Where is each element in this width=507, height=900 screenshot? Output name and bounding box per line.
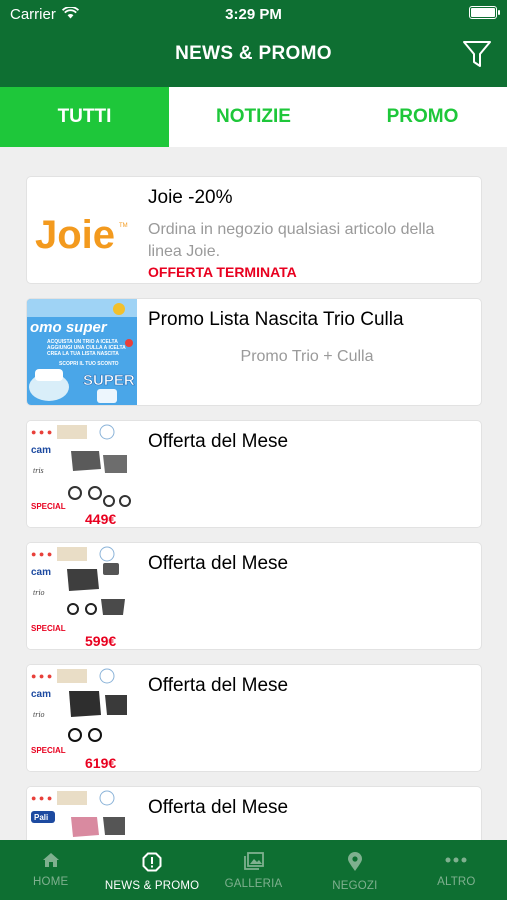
page-title: NEWS & PROMO: [175, 43, 332, 64]
price-label: 619€: [85, 755, 116, 771]
more-icon: [445, 852, 467, 868]
battery-icon: [469, 6, 500, 19]
status-time: 3:29 PM: [225, 6, 282, 23]
bottom-tab-bar: HOME NEWS & PROMO GALLERIA NEGOZI ALTRO: [0, 840, 507, 900]
svg-text:● ● ●: ● ● ●: [31, 671, 52, 681]
list-item[interactable]: ● ● ● cam tris SPECIAL 449€ Offerta del …: [26, 420, 482, 528]
promo-thumb-heading: omo super: [30, 319, 108, 336]
svg-text:● ● ●: ● ● ●: [31, 427, 52, 437]
gallery-icon: [243, 852, 264, 870]
news-list: Joie TM Joie -20% Ordina in negozio qual…: [0, 147, 507, 840]
top-bar: Carrier 3:29 PM NEWS & PROMO: [0, 0, 507, 87]
status-badge: OFFERTA TERMINATA: [148, 264, 297, 280]
tab-altro[interactable]: ALTRO: [406, 840, 507, 900]
tab-home[interactable]: HOME: [0, 840, 101, 900]
tab-tutti[interactable]: TUTTI: [0, 87, 169, 147]
alert-icon: [142, 852, 162, 872]
special-label: SPECIAL: [31, 624, 66, 633]
offer-thumbnail: ● ● ● cam tris SPECIAL 449€: [27, 421, 137, 527]
tab-negozi[interactable]: NEGOZI: [304, 840, 405, 900]
item-title: Joie -20%: [148, 187, 233, 208]
list-item[interactable]: Joie TM Joie -20% Ordina in negozio qual…: [26, 176, 482, 284]
status-bar: Carrier 3:29 PM: [0, 0, 507, 28]
script-label: trio: [33, 710, 45, 719]
price-label: 599€: [85, 633, 116, 649]
special-label: SPECIAL: [31, 502, 66, 511]
item-description: Ordina in negozio qualsiasi articolo del…: [148, 221, 435, 260]
map-pin-icon: [347, 852, 363, 872]
tab-home-label: HOME: [33, 876, 69, 888]
price-label: 449€: [85, 511, 116, 527]
joie-logo-text: Joie: [35, 213, 115, 257]
brand-label: cam: [31, 567, 51, 578]
svg-text:● ● ●: ● ● ●: [31, 793, 52, 803]
item-title: Offerta del Mese: [148, 675, 289, 696]
tab-negozi-label: NEGOZI: [332, 880, 378, 892]
offer-thumbnail: ● ● ● cam trio SPECIAL 619€: [27, 665, 137, 771]
tab-news-promo-label: NEWS & PROMO: [104, 880, 200, 892]
tab-notizie[interactable]: NOTIZIE: [169, 87, 338, 147]
list-item[interactable]: omo super ACQUISTA UN TRIO A ICELTA AGGI…: [26, 298, 482, 406]
script-label: tris: [33, 466, 44, 475]
tab-galleria[interactable]: GALLERIA: [203, 840, 304, 900]
list-item[interactable]: ● ● ● Pali Offerta del Mese: [26, 786, 482, 840]
filter-button[interactable]: [459, 38, 495, 74]
promo-thumbnail: omo super ACQUISTA UN TRIO A ICELTA AGGI…: [27, 299, 137, 405]
offer-thumbnail: ● ● ● cam trio SPECIAL 599€: [27, 543, 137, 649]
joie-logo: Joie TM: [27, 177, 137, 283]
tab-altro-label: ALTRO: [437, 876, 476, 888]
item-description: Promo Trio + Culla: [240, 348, 374, 365]
tab-galleria-label: GALLERIA: [224, 878, 283, 890]
brand-label: Pali: [34, 813, 48, 822]
brand-label: cam: [31, 445, 51, 456]
home-icon: [42, 852, 60, 868]
tab-promo[interactable]: PROMO: [338, 87, 507, 147]
offer-thumbnail: ● ● ● Pali: [27, 787, 137, 840]
promo-thumb-tag: SUPER: [83, 372, 135, 389]
joie-logo-tm: TM: [119, 223, 128, 229]
item-title: Offerta del Mese: [148, 553, 289, 574]
script-label: trio: [33, 588, 45, 597]
item-title: Offerta del Mese: [148, 797, 289, 818]
promo-thumb-line: SCOPRI IL TUO SCONTO: [59, 361, 119, 367]
list-item[interactable]: ● ● ● cam trio SPECIAL 619€ Offerta del …: [26, 664, 482, 772]
promo-thumb-line: CREA LA TUA LISTA NASCITA: [47, 351, 119, 357]
item-title: Offerta del Mese: [148, 431, 289, 452]
special-label: SPECIAL: [31, 746, 66, 755]
list-item[interactable]: ● ● ● cam trio SPECIAL 599€ Offerta del …: [26, 542, 482, 650]
item-title: Promo Lista Nascita Trio Culla: [148, 309, 404, 330]
tab-news-promo[interactable]: NEWS & PROMO: [101, 840, 202, 900]
filter-icon: [461, 38, 493, 75]
svg-text:● ● ●: ● ● ●: [31, 549, 52, 559]
brand-label: cam: [31, 689, 51, 700]
segment-tabs: TUTTI NOTIZIE PROMO: [0, 87, 507, 147]
